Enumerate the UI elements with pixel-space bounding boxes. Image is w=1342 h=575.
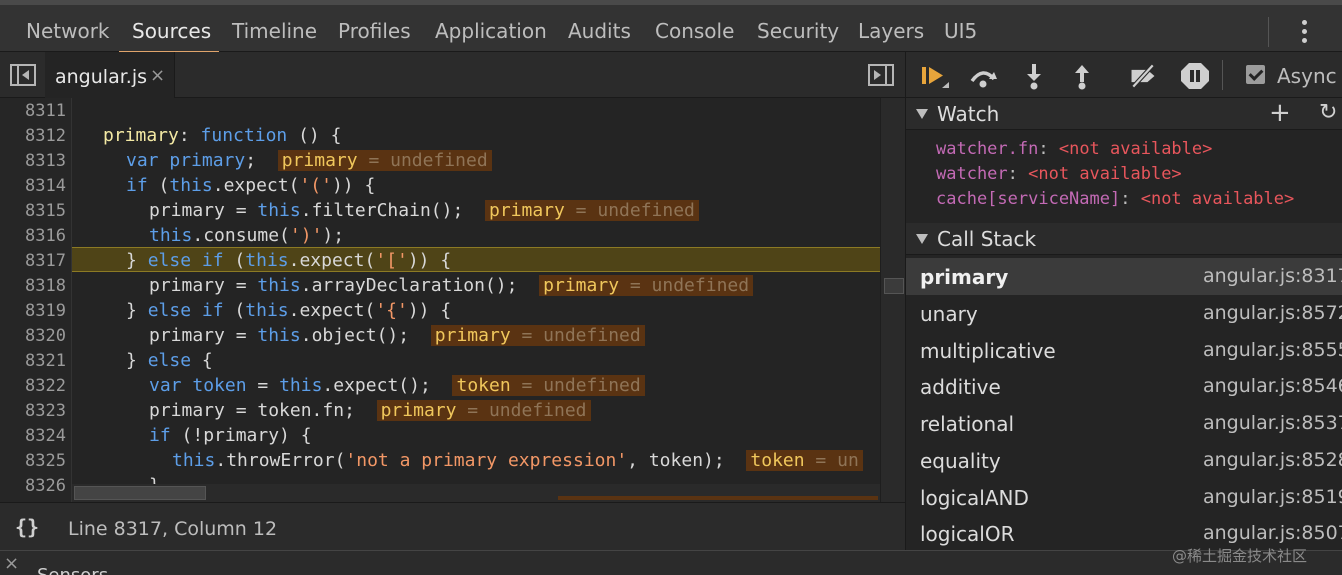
tab-ui5[interactable]: UI5 <box>944 10 977 52</box>
tab-console[interactable]: Console <box>655 10 734 52</box>
callstack-title: Call Stack <box>937 227 1037 251</box>
tab-layers[interactable]: Layers <box>858 10 924 52</box>
code-line: this.consume(')'); <box>149 225 345 246</box>
close-icon[interactable]: × <box>150 65 165 86</box>
inline-variable-value: primary = undefined <box>430 325 645 346</box>
vertical-scrollbar[interactable] <box>880 98 905 502</box>
close-icon[interactable]: × <box>4 553 19 574</box>
debugger-toggle-icon[interactable] <box>868 64 894 86</box>
step-over-icon[interactable] <box>968 62 998 90</box>
line-number[interactable]: 8316 <box>0 226 66 246</box>
call-frame[interactable]: logicalAND angular.js:8519 <box>906 479 1342 516</box>
inline-variable-value: primary = undefined <box>484 200 699 221</box>
step-into-icon[interactable] <box>1019 62 1049 90</box>
line-number[interactable]: 8318 <box>0 276 66 296</box>
tab-sensors[interactable]: Sensors <box>37 565 108 575</box>
tab-profiles[interactable]: Profiles <box>338 10 411 52</box>
code-editor[interactable]: 8311 8312 8313 8314 8315 8316 8317 8318 … <box>0 98 905 502</box>
refresh-icon[interactable]: ↻ <box>1319 100 1337 125</box>
more-vertical-icon[interactable] <box>1294 17 1314 47</box>
tab-sources[interactable]: Sources <box>132 10 211 52</box>
line-number[interactable]: 8312 <box>0 126 66 146</box>
line-number[interactable]: 8322 <box>0 376 66 396</box>
watch-section-header[interactable]: Watch + ↻ <box>906 98 1342 130</box>
line-number[interactable]: 8313 <box>0 151 66 171</box>
line-number[interactable]: 8317 <box>0 251 66 271</box>
async-label[interactable]: Async <box>1277 64 1337 88</box>
expand-triangle-icon[interactable] <box>916 109 928 119</box>
inline-variable-value: token = undefined <box>452 375 645 396</box>
call-frame[interactable]: primary angular.js:8317 <box>906 258 1342 295</box>
editor-file-tab[interactable]: angular.js × <box>45 52 175 98</box>
horizontal-scrollbar[interactable] <box>72 484 880 502</box>
editor-status-bar: {} Line 8317, Column 12 <box>0 502 905 550</box>
line-number[interactable]: 8315 <box>0 201 66 221</box>
line-number[interactable]: 8321 <box>0 351 66 371</box>
line-number[interactable]: 8311 <box>0 101 66 121</box>
call-frame[interactable]: multiplicative angular.js:8555 <box>906 332 1342 369</box>
code-line: primary = this.object(); primary = undef… <box>149 325 645 346</box>
paused-code-line: } else if (this.expect('[')) { <box>126 250 452 271</box>
file-tab-label: angular.js <box>55 66 147 88</box>
call-frame[interactable]: relational angular.js:8537 <box>906 405 1342 442</box>
callstack-section-header[interactable]: Call Stack <box>906 223 1342 255</box>
line-number-gutter[interactable]: 8311 8312 8313 8314 8315 8316 8317 8318 … <box>0 98 72 502</box>
tab-application[interactable]: Application <box>435 10 547 52</box>
call-frame[interactable]: unary angular.js:8572 <box>906 295 1342 332</box>
tab-audits[interactable]: Audits <box>568 10 631 52</box>
line-number[interactable]: 8323 <box>0 401 66 421</box>
code-line: var primary; primary = undefined <box>126 150 492 171</box>
code-line: } else if (this.expect('{')) { <box>126 300 452 321</box>
watch-title: Watch <box>937 102 1000 126</box>
inline-variable-value: primary = undefined <box>376 400 591 421</box>
line-number[interactable]: 8319 <box>0 301 66 321</box>
vertical-scrollbar-thumb[interactable] <box>884 278 904 294</box>
tab-network[interactable]: Network <box>26 10 110 52</box>
code-line: primary = token.fn; primary = undefined <box>149 400 591 421</box>
tab-timeline[interactable]: Timeline <box>232 10 317 52</box>
add-icon[interactable]: + <box>1269 98 1291 128</box>
cursor-position: Line 8317, Column 12 <box>68 518 278 540</box>
line-number[interactable]: 8320 <box>0 326 66 346</box>
code-line: primary = this.filterChain(); primary = … <box>149 200 699 221</box>
inline-value-overflow-marker <box>558 496 878 500</box>
line-number[interactable]: 8324 <box>0 426 66 446</box>
checkbox-icon[interactable] <box>1246 65 1265 84</box>
inline-variable-value: token = un <box>746 450 863 471</box>
code-line: var token = this.expect(); token = undef… <box>149 375 645 396</box>
toolbar-divider <box>1222 60 1223 90</box>
pause-on-exceptions-icon[interactable] <box>1180 62 1210 90</box>
call-frame[interactable]: equality angular.js:8528 <box>906 442 1342 479</box>
watermark: @稀土掘金技术社区 <box>1172 547 1308 565</box>
horizontal-scrollbar-thumb[interactable] <box>74 486 206 500</box>
code-line: primary = this.arrayDeclaration(); prima… <box>149 275 754 296</box>
inline-variable-value: primary = undefined <box>539 275 754 296</box>
deactivate-breakpoints-icon[interactable] <box>1128 62 1158 90</box>
inline-variable-value: primary = undefined <box>277 150 492 171</box>
code-line: if (this.expect('(')) { <box>126 175 376 196</box>
pretty-print-icon[interactable]: {} <box>15 515 39 539</box>
tab-security[interactable]: Security <box>757 10 839 52</box>
debugger-toolbar: Async <box>906 52 1342 98</box>
code-line: if (!primary) { <box>149 425 312 446</box>
code-line: } else { <box>126 350 213 371</box>
devtools-tab-bar: Network Sources Timeline Profiles Applic… <box>0 0 1342 54</box>
sidebar-toggle-icon[interactable] <box>10 64 36 86</box>
line-number[interactable]: 8326 <box>0 476 66 496</box>
editor-tab-strip: angular.js × <box>0 52 905 98</box>
watch-expression[interactable]: watcher.fn: <not available> <box>936 139 1212 159</box>
debugger-sidebar: Async Watch + ↻ watcher.fn: <not availab… <box>905 52 1342 550</box>
code-line: primary: function () { <box>103 125 342 146</box>
code-line: this.throwError('not a primary expressio… <box>172 450 863 471</box>
call-frame[interactable]: additive angular.js:8546 <box>906 368 1342 405</box>
resume-icon[interactable] <box>920 62 950 90</box>
watch-expression[interactable]: cache[serviceName]: <not available> <box>936 189 1294 209</box>
console-drawer: × Sensors <box>0 550 1342 575</box>
watch-expression[interactable]: watcher: <not available> <box>936 164 1182 184</box>
step-out-icon[interactable] <box>1067 62 1097 90</box>
expand-triangle-icon[interactable] <box>916 234 928 244</box>
toolbar-divider <box>1268 17 1269 47</box>
line-number[interactable]: 8314 <box>0 176 66 196</box>
line-number[interactable]: 8325 <box>0 451 66 471</box>
